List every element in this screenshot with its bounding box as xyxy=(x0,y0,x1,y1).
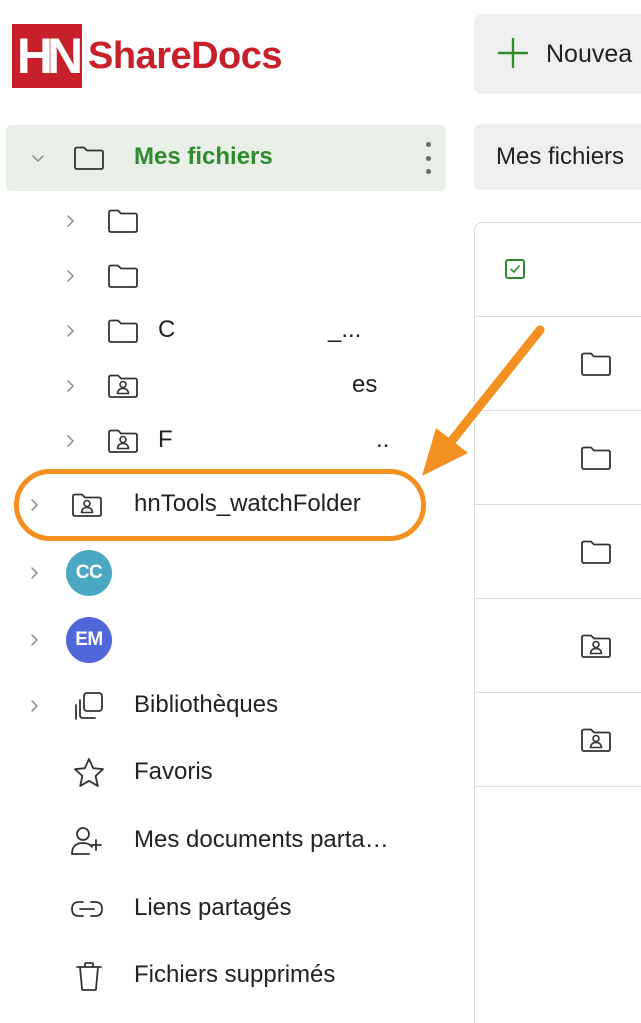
sidebar-item-mes-documents-partages[interactable]: Mes documents parta… xyxy=(0,808,450,874)
trash-icon xyxy=(70,957,108,995)
avatar: EM xyxy=(66,617,112,663)
sidebar-item-label: Fichiers supprimés xyxy=(134,961,336,988)
sidebar-item-hntools-watchfolder[interactable]: hnTools_watchFolder xyxy=(0,472,450,538)
link-icon xyxy=(68,890,106,928)
sidebar-item-liens-partages[interactable]: Liens partagés xyxy=(0,876,450,942)
table-row[interactable] xyxy=(475,317,641,411)
chevron-right-icon[interactable] xyxy=(24,696,44,716)
more-options-icon[interactable] xyxy=(424,142,432,174)
shared-folder-icon xyxy=(577,721,615,759)
plus-icon xyxy=(497,37,529,69)
breadcrumb-item: Mes fichiers xyxy=(496,143,625,170)
sidebar-item-user-em[interactable]: EM xyxy=(0,607,450,673)
folder-icon xyxy=(104,257,142,295)
sidebar-item-label: Mes fichiers xyxy=(134,143,273,170)
folder-icon xyxy=(577,439,615,477)
sidebar-item-label: Mes documents parta… xyxy=(134,826,389,853)
libraries-icon xyxy=(70,687,108,725)
chevron-right-icon[interactable] xyxy=(60,266,80,286)
folder-icon xyxy=(70,139,108,177)
sidebar: Mes fichiers C _... es F .. hnTools_watc… xyxy=(0,0,460,1023)
sidebar-item-label: F xyxy=(158,426,173,453)
sidebar-item-bibliotheques[interactable]: Bibliothèques xyxy=(0,673,450,739)
shared-folder-icon xyxy=(104,367,142,405)
breadcrumb[interactable]: Mes fichiers xyxy=(474,124,641,190)
chevron-right-icon[interactable] xyxy=(60,376,80,396)
sidebar-item-label: C xyxy=(158,316,176,343)
chevron-right-icon[interactable] xyxy=(24,495,44,515)
avatar: CC xyxy=(66,550,112,596)
chevron-right-icon[interactable] xyxy=(60,321,80,341)
sidebar-item-favoris[interactable]: Favoris xyxy=(0,740,450,806)
folder-icon xyxy=(577,533,615,571)
star-icon xyxy=(70,754,108,792)
table-row[interactable] xyxy=(475,505,641,599)
check-icon xyxy=(510,265,520,273)
chevron-down-icon[interactable] xyxy=(28,148,48,168)
sidebar-item-label: Liens partagés xyxy=(134,894,292,921)
sidebar-item-label-trail: es xyxy=(352,371,378,398)
folder-icon xyxy=(577,345,615,383)
table-row[interactable] xyxy=(475,693,641,787)
chevron-right-icon[interactable] xyxy=(24,563,44,583)
file-list-header xyxy=(475,223,641,317)
sidebar-item-user-cc[interactable]: CC xyxy=(0,540,450,606)
share-user-icon xyxy=(68,822,106,860)
shared-folder-icon xyxy=(104,422,142,460)
shared-folder-icon xyxy=(577,627,615,665)
new-button[interactable]: Nouvea xyxy=(474,14,641,94)
table-row[interactable] xyxy=(475,411,641,505)
sidebar-item-label: Bibliothèques xyxy=(134,691,279,718)
folder-icon xyxy=(104,202,142,240)
table-row[interactable] xyxy=(475,599,641,693)
folder-icon xyxy=(104,312,142,350)
chevron-right-icon[interactable] xyxy=(60,431,80,451)
sidebar-item-label-trail: .. xyxy=(376,426,390,453)
sidebar-item-label: hnTools_watchFolder xyxy=(134,490,361,517)
sidebar-item-mes-fichiers[interactable]: Mes fichiers xyxy=(6,125,446,191)
sidebar-item-label: Favoris xyxy=(134,758,213,785)
file-list xyxy=(474,222,641,1023)
select-all-checkbox[interactable] xyxy=(505,259,525,279)
chevron-right-icon[interactable] xyxy=(60,211,80,231)
sidebar-item-shared-folder[interactable]: F .. xyxy=(0,408,450,474)
shared-folder-icon xyxy=(68,486,106,524)
sidebar-item-fichiers-supprimes[interactable]: Fichiers supprimés xyxy=(0,943,450,1009)
new-button-label: Nouvea xyxy=(546,40,633,68)
sidebar-item-label-trail: _... xyxy=(328,316,362,343)
chevron-right-icon[interactable] xyxy=(24,630,44,650)
